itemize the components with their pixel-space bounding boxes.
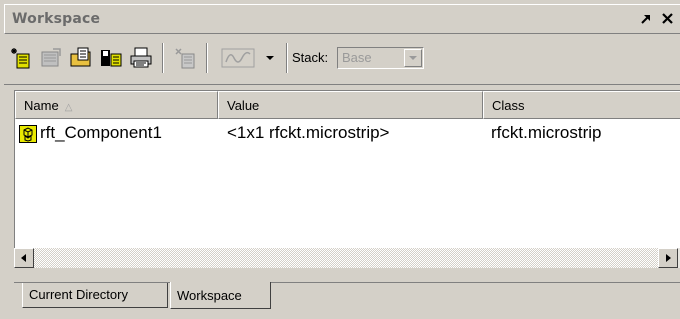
open-selection-button[interactable] — [38, 45, 64, 71]
cell-class: rfckt.microstrip — [491, 123, 602, 142]
plot-button[interactable] — [218, 45, 258, 71]
horizontal-scrollbar[interactable] — [14, 248, 680, 268]
column-header-label: Name — [24, 98, 59, 113]
close-icon — [662, 13, 673, 24]
tab-label: Current Directory — [29, 287, 128, 302]
scroll-right-button[interactable] — [658, 248, 678, 268]
undock-arrow-icon — [641, 15, 650, 24]
print-button[interactable] — [128, 45, 154, 71]
open-selection-icon — [41, 48, 61, 67]
plot-dropdown-button[interactable] — [260, 45, 280, 71]
tab-strip: Current Directory Workspace — [0, 270, 680, 319]
undock-button[interactable] — [637, 10, 655, 28]
table-header: Name △ Value Class — [15, 91, 680, 119]
column-header-label: Class — [492, 98, 525, 113]
stack-dropdown-button[interactable] — [404, 49, 422, 67]
print-icon — [130, 47, 152, 68]
scroll-track[interactable] — [34, 248, 658, 268]
cell-name: rft_Component1 — [40, 123, 162, 142]
delete-button[interactable] — [172, 45, 198, 71]
import-data-button[interactable] — [68, 45, 94, 71]
dropdown-arrow-icon — [266, 56, 274, 60]
cell-value: <1x1 rfckt.microstrip> — [227, 123, 390, 142]
toolbar-separator — [162, 43, 164, 73]
column-header-value[interactable]: Value — [218, 91, 483, 119]
tab-label: Workspace — [177, 288, 242, 303]
struct-variable-icon — [19, 125, 37, 143]
toolbar-separator — [286, 43, 288, 73]
column-header-label: Value — [227, 98, 260, 113]
stack-select[interactable]: Base — [337, 47, 424, 69]
workspace-window: Workspace Stack: Base Name △ Value Class… — [0, 0, 680, 319]
arrow-right-icon — [666, 254, 671, 262]
scroll-left-button[interactable] — [14, 248, 34, 268]
sort-indicator-icon: △ — [64, 102, 73, 113]
toolbar: Stack: Base — [4, 35, 680, 85]
save-workspace-button[interactable] — [98, 45, 124, 71]
column-header-name[interactable]: Name △ — [15, 91, 218, 119]
window-title: Workspace — [12, 11, 101, 27]
save-workspace-icon — [101, 50, 122, 67]
chevron-down-icon — [409, 56, 417, 60]
column-header-class[interactable]: Class — [483, 91, 680, 119]
delete-icon — [175, 48, 195, 69]
arrow-left-icon — [21, 254, 26, 262]
tab-workspace[interactable]: Workspace — [170, 282, 271, 309]
title-bar: Workspace — [4, 4, 680, 34]
stack-label: Stack: — [292, 50, 329, 65]
new-variable-button[interactable] — [8, 45, 34, 71]
tab-current-directory[interactable]: Current Directory — [22, 283, 168, 308]
table-row[interactable]: rft_Component1 <1x1 rfckt.microstrip> rf… — [15, 121, 680, 147]
new-variable-icon — [11, 48, 30, 69]
import-data-icon — [70, 47, 91, 67]
workspace-table: Name △ Value Class rft_Component1 <1x1 rf… — [14, 90, 680, 258]
stack-value: Base — [342, 50, 372, 65]
toolbar-separator — [206, 43, 208, 73]
close-button[interactable] — [658, 9, 678, 29]
plot-icon — [221, 48, 255, 68]
